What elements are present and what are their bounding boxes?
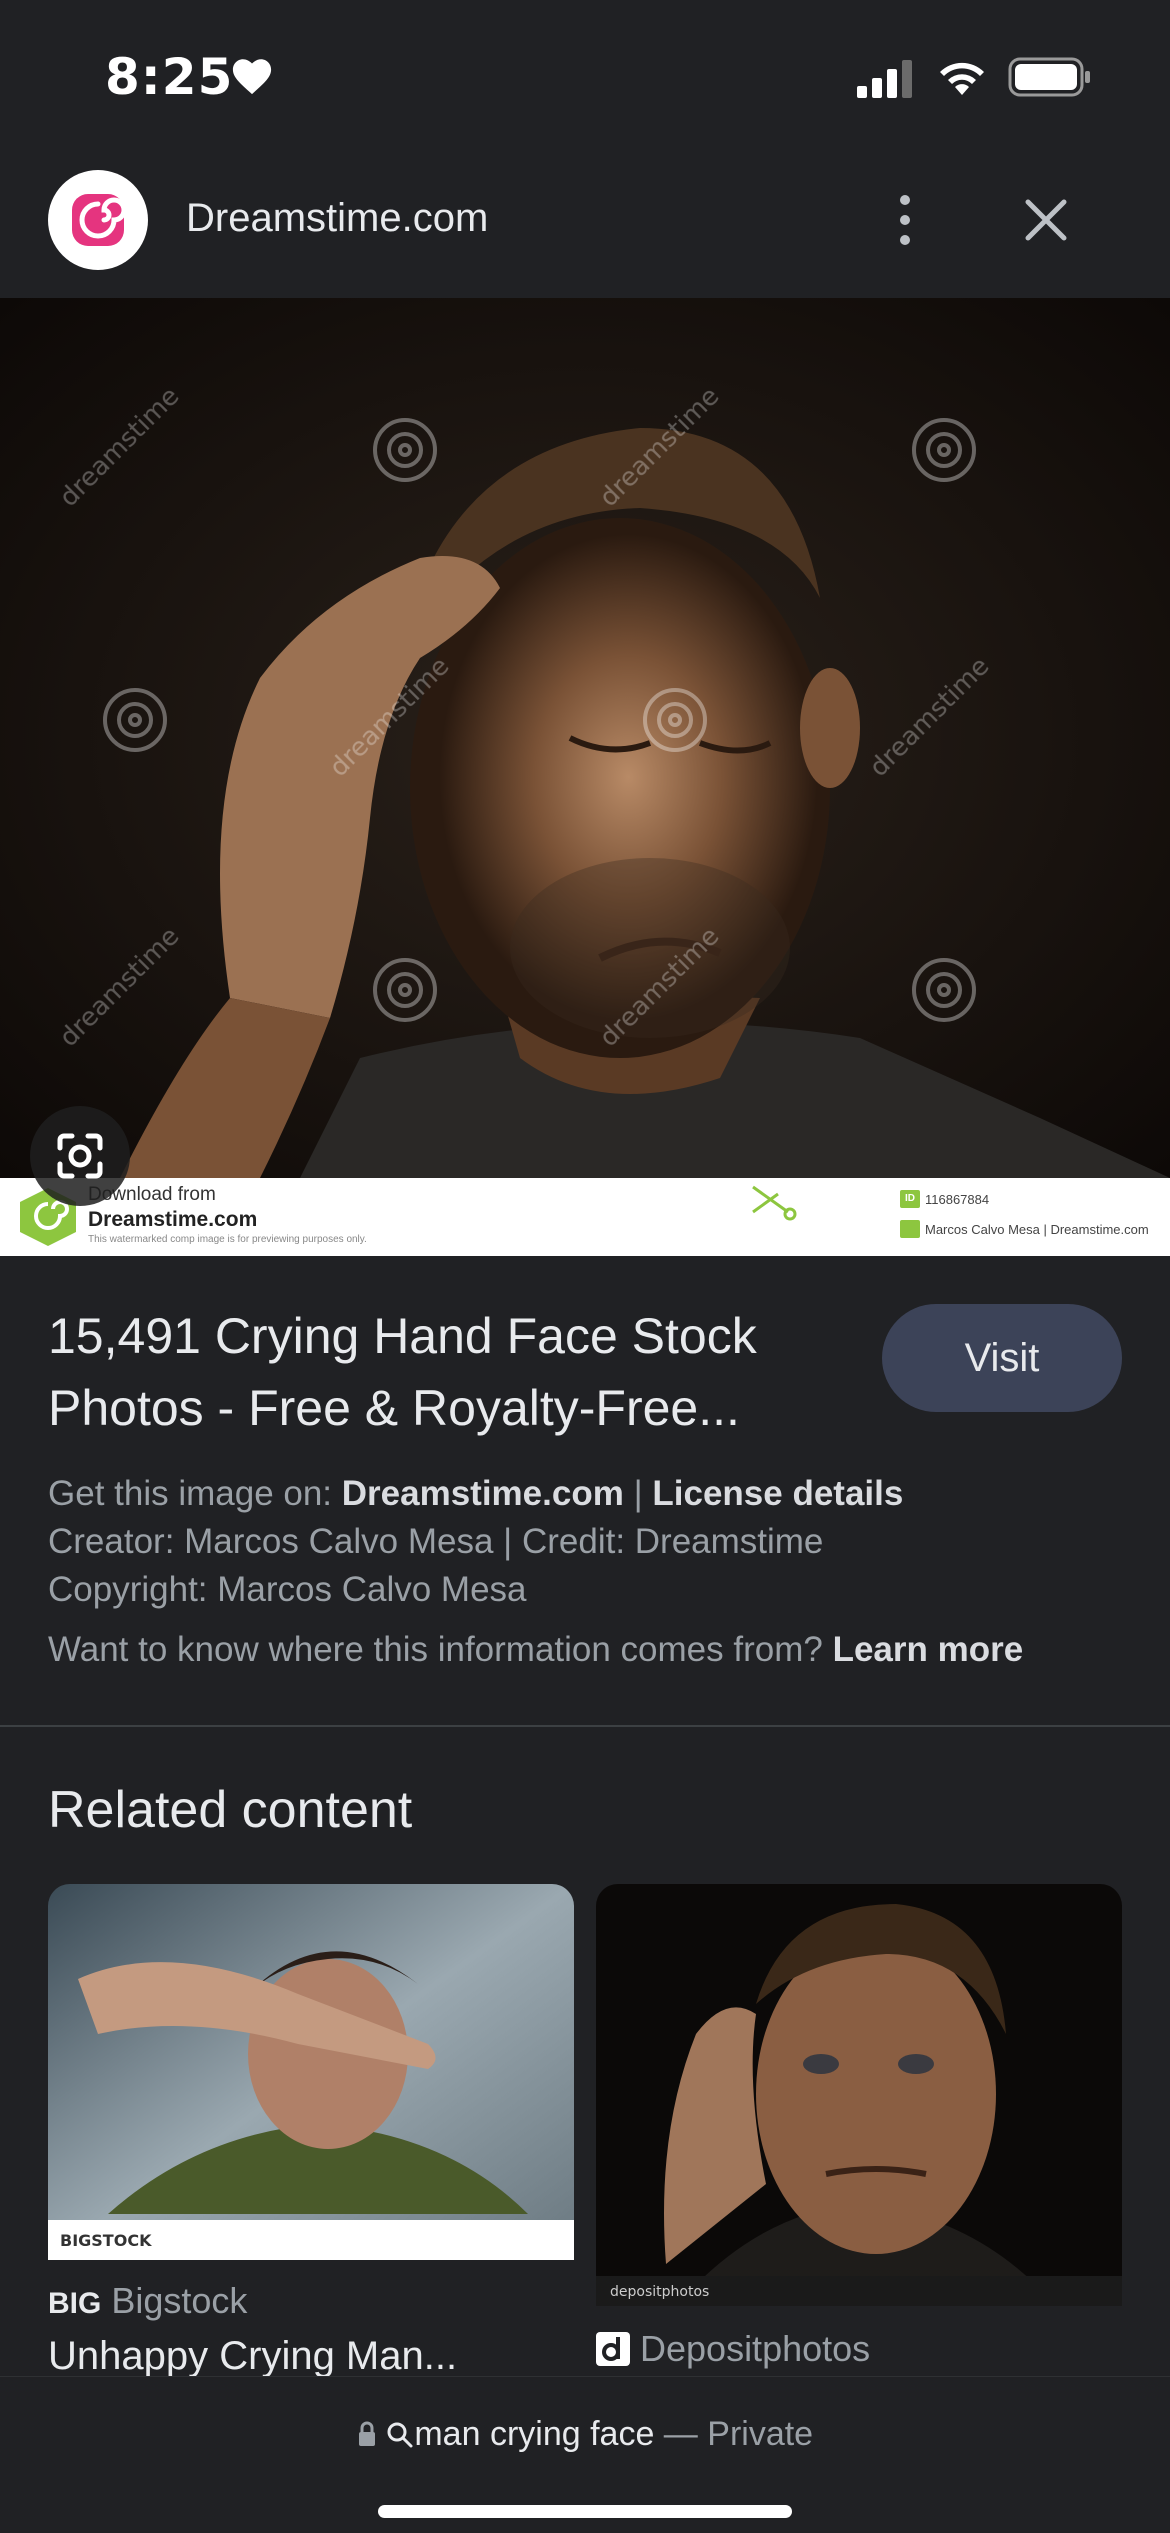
result-title-line-1: 15,491 Crying Hand Face Stock — [48, 1308, 757, 1364]
copyright-line: Copyright: Marcos Calvo Mesa — [48, 1570, 527, 1609]
related-source-2[interactable]: Depositphotos — [596, 2328, 870, 2370]
get-image-site-link[interactable]: Dreamstime.com — [342, 1474, 624, 1513]
photo-man-covering-face: BIGSTOCK — [48, 1884, 574, 2260]
wifi-icon — [940, 62, 984, 95]
lens-icon — [57, 1133, 103, 1179]
site-name: Dreamstime.com — [186, 196, 489, 240]
dreamstime-logo-icon — [72, 194, 127, 246]
cellular-signal-icon — [857, 60, 912, 98]
download-site: Dreamstime.com — [88, 1208, 258, 1231]
home-indicator[interactable] — [378, 2505, 792, 2518]
get-image-line: Get this image on: Dreamstime.com | Lice… — [48, 1474, 904, 1513]
svg-text:depositphotos: depositphotos — [610, 2284, 709, 2300]
id-badge: ID — [900, 1190, 920, 1208]
heart-icon — [232, 59, 272, 95]
photo-man-hand-on-face: depositphotos — [596, 1884, 1122, 2306]
related-image-1[interactable]: BIGSTOCK — [48, 1884, 574, 2260]
search-icon — [387, 2422, 413, 2448]
result-title-line-2: Photos - Free & Royalty-Free... — [48, 1380, 740, 1436]
status-time: 8:25 — [105, 48, 234, 106]
info-source-line: Want to know where this information come… — [48, 1630, 1024, 1669]
related-title-1[interactable]: Unhappy Crying Man... — [48, 2334, 574, 2376]
result-title[interactable]: 15,491 Crying Hand Face Stock Photos - F… — [48, 1300, 848, 1444]
image-id: 116867884 — [925, 1192, 990, 1207]
license-details-link[interactable]: License details — [652, 1474, 903, 1513]
search-query: man crying face — [414, 2415, 655, 2453]
lock-icon — [358, 2421, 375, 2446]
bigstock-logo-icon: BIG — [48, 2287, 102, 2320]
photo-crying-man: dreamstime dreamstime dreamstime dreamst… — [0, 298, 1170, 1178]
private-mode-label: Private — [707, 2415, 814, 2453]
svg-text:BIGSTOCK: BIGSTOCK — [60, 2231, 152, 2250]
address-field[interactable]: man crying face — Private — [0, 2415, 1170, 2454]
creator-line: Creator: Marcos Calvo Mesa | Credit: Dre… — [48, 1522, 824, 1561]
related-heading: Related content — [48, 1781, 413, 1839]
scissors-icon — [752, 1185, 797, 1221]
download-note: This watermarked comp image is for previ… — [88, 1234, 367, 1245]
section-divider — [0, 1725, 1170, 1727]
more-options-icon[interactable] — [880, 180, 930, 260]
browser-header: Dreamstime.com — [0, 150, 1170, 298]
depositphotos-logo-icon — [596, 2332, 630, 2366]
google-lens-button[interactable] — [30, 1106, 130, 1206]
status-bar: 8:25 — [0, 0, 1170, 150]
bottom-address-bar: man crying face — Private — [0, 2376, 1170, 2533]
learn-more-link[interactable]: Learn more — [833, 1630, 1024, 1669]
site-logo — [48, 170, 148, 270]
battery-icon — [1008, 57, 1090, 97]
close-icon[interactable] — [1016, 190, 1076, 250]
visit-button[interactable]: Visit — [882, 1304, 1122, 1412]
related-source-1[interactable]: BIG Bigstock — [48, 2280, 247, 2322]
image-credit: Marcos Calvo Mesa | Dreamstime.com — [925, 1222, 1149, 1237]
credit-badge-icon — [900, 1220, 920, 1238]
download-strip: Download from Dreamstime.com This waterm… — [0, 1178, 1170, 1256]
related-image-2[interactable]: depositphotos — [596, 1884, 1122, 2306]
main-image[interactable]: dreamstime dreamstime dreamstime dreamst… — [0, 298, 1170, 1256]
